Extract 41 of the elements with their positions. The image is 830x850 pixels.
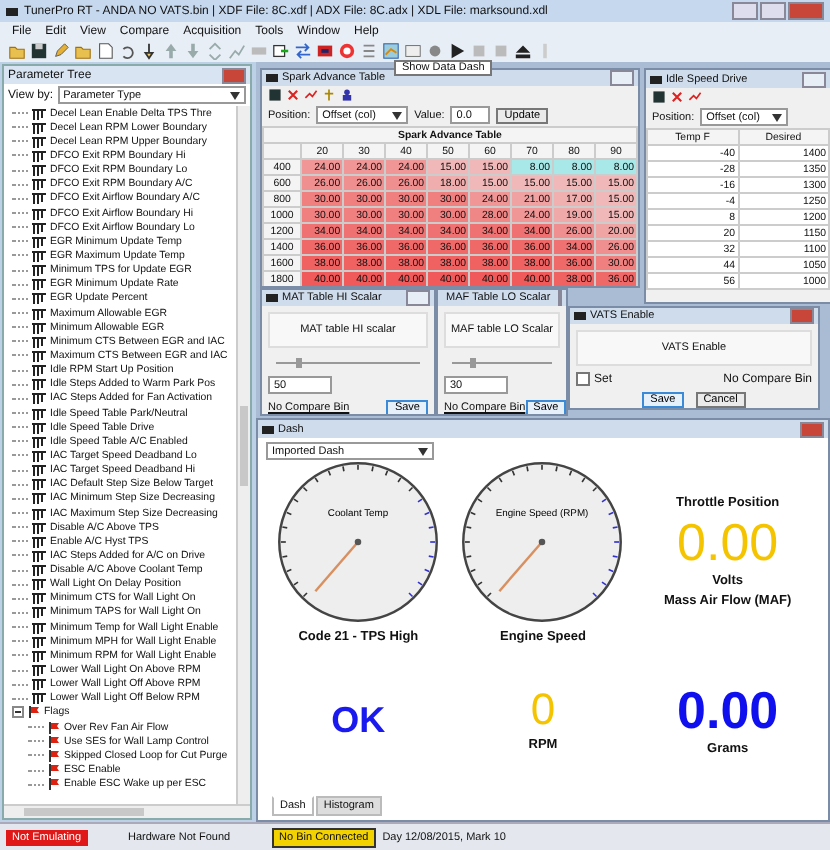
chart-icon[interactable] xyxy=(228,42,246,60)
caret-icon[interactable] xyxy=(230,91,240,99)
readout-value: 0.00 xyxy=(677,684,779,736)
chart-icon[interactable] xyxy=(688,90,702,104)
swap-icon[interactable] xyxy=(294,42,312,60)
person-icon[interactable] xyxy=(340,88,354,102)
arrow-down-icon[interactable] xyxy=(184,42,202,60)
window-icon xyxy=(574,312,586,320)
caret-icon[interactable] xyxy=(392,111,403,119)
flag-icon xyxy=(28,706,40,719)
window-icon xyxy=(266,294,278,302)
slider-thumb[interactable] xyxy=(295,358,302,368)
window-icon xyxy=(650,75,662,83)
minimize-button[interactable] xyxy=(732,2,758,20)
dash-icon[interactable] xyxy=(382,42,400,60)
text-icon[interactable] xyxy=(404,42,422,60)
window-icon xyxy=(266,74,278,82)
export-icon[interactable] xyxy=(272,42,290,60)
slider-thumb[interactable] xyxy=(470,358,476,368)
caret-icon[interactable] xyxy=(418,447,428,455)
scrollbar[interactable] xyxy=(236,106,250,804)
window-icon xyxy=(262,425,274,433)
readout-value: 0 xyxy=(530,688,556,732)
bars-icon[interactable] xyxy=(360,42,378,60)
save-icon[interactable] xyxy=(268,88,282,102)
app-icon xyxy=(6,7,18,15)
scrollbar[interactable] xyxy=(4,804,250,818)
chip-icon[interactable] xyxy=(316,42,334,60)
readout-value: 0.00 xyxy=(677,516,779,568)
delete-icon[interactable] xyxy=(670,90,684,104)
arrows-icon[interactable] xyxy=(206,42,224,60)
collapse-icon[interactable] xyxy=(12,706,24,719)
delete-icon[interactable] xyxy=(286,88,300,102)
save-icon[interactable] xyxy=(652,90,666,104)
checkbox[interactable] xyxy=(576,372,590,386)
status-value: OK xyxy=(331,702,386,738)
caret-icon[interactable] xyxy=(772,113,783,121)
eject-icon[interactable] xyxy=(514,42,532,60)
chart-icon[interactable] xyxy=(304,88,318,102)
maximize-button[interactable] xyxy=(760,2,786,20)
undo-icon[interactable] xyxy=(118,42,136,60)
